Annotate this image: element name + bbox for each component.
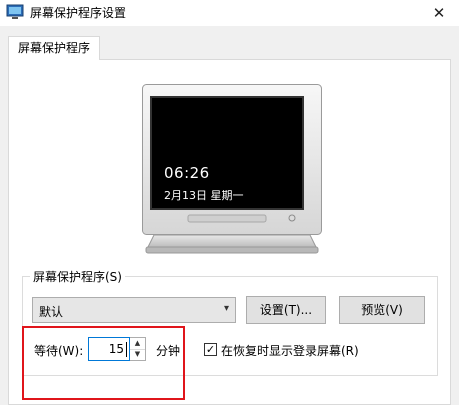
- screensaver-app-icon: [6, 4, 24, 20]
- screensaver-groupbox: [22, 276, 438, 376]
- monitor-preview: 06:26 2月13日 星期一: [142, 84, 322, 255]
- resume-login-checkbox[interactable]: ✓: [204, 343, 217, 356]
- screensaver-dropdown[interactable]: 默认 ▾: [32, 297, 236, 323]
- preview-date: 2月13日 星期一: [164, 189, 244, 202]
- wait-label: 等待(W):: [34, 344, 84, 358]
- minutes-unit-label: 分钟: [156, 344, 181, 358]
- wait-minutes-stepper[interactable]: ▲ ▼: [130, 337, 146, 361]
- preview-clock: 06:26: [164, 164, 210, 182]
- tab-screensaver[interactable]: 屏幕保护程序: [8, 36, 100, 60]
- title-bar: 屏幕保护程序设置 ✕: [0, 0, 459, 26]
- screensaver-selected-value: 默认: [39, 305, 64, 319]
- close-button[interactable]: ✕: [419, 0, 459, 26]
- preview-button[interactable]: 预览(V): [339, 296, 425, 324]
- stepper-down-icon[interactable]: ▼: [130, 349, 145, 360]
- checkmark-icon: ✓: [205, 343, 216, 356]
- text-caret: [126, 342, 127, 357]
- wait-minutes-input[interactable]: 15: [88, 337, 130, 361]
- wait-minutes-value: 15: [108, 342, 124, 356]
- window-title: 屏幕保护程序设置: [30, 6, 127, 20]
- close-icon: ✕: [432, 4, 446, 22]
- chevron-down-icon: ▾: [223, 303, 229, 314]
- resume-login-label[interactable]: 在恢复时显示登录屏幕(R): [221, 342, 359, 359]
- settings-button[interactable]: 设置(T)...: [246, 296, 326, 324]
- preview-screen: 06:26 2月13日 星期一: [152, 98, 302, 208]
- screensaver-group-label: 屏幕保护程序(S): [30, 268, 125, 285]
